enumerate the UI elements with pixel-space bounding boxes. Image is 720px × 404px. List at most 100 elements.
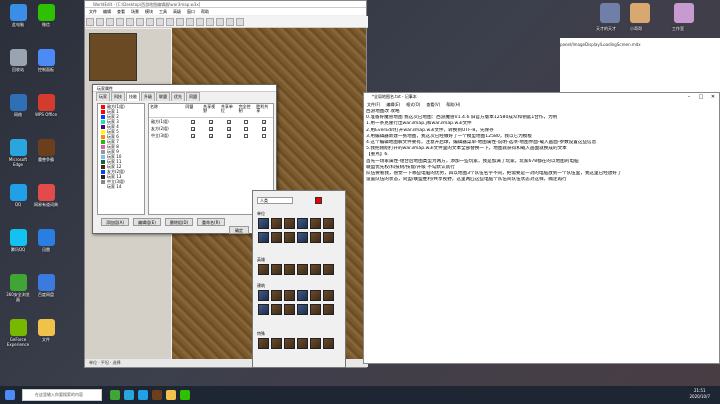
table-row[interactable]: 友方(2组) ✓ ✓ ✓ ✓ bbox=[149, 125, 273, 132]
menu-item[interactable]: 文件 bbox=[89, 9, 97, 14]
avatar[interactable] bbox=[630, 3, 650, 23]
doodad-icon[interactable] bbox=[186, 18, 194, 26]
maximize-icon[interactable]: □ bbox=[695, 93, 707, 101]
taskbar-app-icon[interactable] bbox=[152, 390, 162, 400]
checkbox[interactable]: ✓ bbox=[226, 134, 231, 139]
tab-3[interactable]: 升级 bbox=[141, 92, 155, 101]
tab-1[interactable]: 科技 bbox=[111, 92, 125, 101]
menu-item[interactable]: 查看(V) bbox=[426, 102, 440, 107]
tree-item[interactable]: 玩家 14 bbox=[98, 184, 144, 189]
unit-tile[interactable] bbox=[258, 290, 269, 301]
unit-tile[interactable] bbox=[284, 290, 295, 301]
desktop-icon[interactable]: 回收站 bbox=[6, 49, 30, 77]
checkbox[interactable] bbox=[244, 120, 249, 124]
avatar[interactable] bbox=[600, 3, 620, 23]
unit-tile[interactable] bbox=[323, 304, 334, 315]
unit-tile[interactable] bbox=[310, 304, 321, 315]
terrain-icon[interactable] bbox=[166, 18, 174, 26]
taskbar-app-icon[interactable] bbox=[110, 390, 120, 400]
unit-tile[interactable] bbox=[258, 232, 269, 243]
menu-item[interactable]: 查看 bbox=[117, 9, 125, 14]
race-select[interactable]: 人类 bbox=[257, 197, 293, 204]
checkbox[interactable]: ✓ bbox=[262, 127, 266, 132]
paste-icon[interactable] bbox=[156, 18, 164, 26]
checkbox[interactable]: ✓ bbox=[191, 127, 196, 132]
unit-tile[interactable] bbox=[297, 338, 308, 349]
unit-tile[interactable] bbox=[297, 304, 308, 315]
avatar[interactable] bbox=[674, 3, 694, 23]
table-row[interactable]: 中立(3组) ✓ ✓ ✓ bbox=[149, 132, 273, 139]
tab-4[interactable]: 联盟 bbox=[156, 92, 170, 101]
desktop-icon[interactable]: 迅雷 bbox=[34, 229, 58, 257]
unit-tile[interactable] bbox=[297, 264, 308, 275]
minimize-icon[interactable]: – bbox=[683, 93, 695, 101]
desktop-icon[interactable]: 360安全浏览器 bbox=[6, 274, 30, 302]
player-tree[interactable]: 敌方(1组) 玩家 1 玩家 2 玩家 3 玩家 4 玩家 5 玩家 6 玩家 7 玩家 8 玩家… bbox=[97, 103, 145, 215]
taskbar-app-icon[interactable] bbox=[166, 390, 176, 400]
unit-tile[interactable] bbox=[297, 232, 308, 243]
checkbox[interactable]: ✓ bbox=[209, 134, 213, 139]
unit-tile[interactable] bbox=[323, 232, 334, 243]
search-input[interactable]: 在这里输入你要搜索的内容 bbox=[22, 389, 102, 401]
open-icon[interactable] bbox=[96, 18, 104, 26]
tab-5[interactable]: 优先 bbox=[171, 92, 185, 101]
new-icon[interactable] bbox=[86, 18, 94, 26]
ok-button[interactable]: 确定 bbox=[229, 226, 249, 234]
redo-icon[interactable] bbox=[126, 18, 134, 26]
menu-item[interactable]: 高级 bbox=[173, 9, 181, 14]
cut-icon[interactable] bbox=[136, 18, 144, 26]
taskbar-app-icon[interactable] bbox=[124, 390, 134, 400]
checkbox[interactable]: ✓ bbox=[191, 134, 196, 139]
system-clock[interactable]: 21:51 2020/10/7 bbox=[689, 388, 710, 400]
unit-tile[interactable] bbox=[271, 304, 282, 315]
checkbox[interactable]: ✓ bbox=[262, 120, 266, 125]
tab-2[interactable]: 技能 bbox=[126, 92, 140, 101]
checkbox[interactable] bbox=[262, 134, 267, 138]
edit-group-button[interactable]: 编辑组(E) bbox=[133, 218, 161, 226]
unit-tile[interactable] bbox=[284, 218, 295, 229]
unit-tile[interactable] bbox=[258, 304, 269, 315]
test-map-icon[interactable] bbox=[236, 18, 244, 26]
unit-tile[interactable] bbox=[310, 264, 321, 275]
object-editor-icon[interactable] bbox=[216, 18, 224, 26]
unit-tile[interactable] bbox=[284, 338, 295, 349]
taskbar-app-icon[interactable] bbox=[180, 390, 190, 400]
menu-item[interactable]: 编辑 bbox=[103, 9, 111, 14]
tab-0[interactable]: 玩家 bbox=[96, 92, 110, 101]
unit-tile[interactable] bbox=[323, 264, 334, 275]
desktop-icon[interactable]: 微信 bbox=[34, 4, 58, 32]
unit-tile[interactable] bbox=[323, 290, 334, 301]
checkbox[interactable]: ✓ bbox=[226, 127, 231, 132]
add-group-button[interactable]: 添加组(A) bbox=[101, 218, 129, 226]
menu-item[interactable]: 文件(F) bbox=[367, 102, 380, 107]
unit-tile[interactable] bbox=[271, 264, 282, 275]
taskbar-app-icon[interactable] bbox=[138, 390, 148, 400]
menu-item[interactable]: 帮助(H) bbox=[446, 102, 460, 107]
save-icon[interactable] bbox=[106, 18, 114, 26]
menu-item[interactable]: 模块 bbox=[145, 9, 153, 14]
unit-tile[interactable] bbox=[310, 338, 321, 349]
desktop-icon[interactable]: 此电脑 bbox=[6, 4, 30, 32]
unit-tile[interactable] bbox=[284, 304, 295, 315]
unit-icon[interactable] bbox=[176, 18, 184, 26]
import-icon[interactable] bbox=[226, 18, 234, 26]
unit-tile[interactable] bbox=[258, 218, 269, 229]
desktop-icon[interactable]: 文件 bbox=[34, 319, 58, 347]
close-icon[interactable]: ✕ bbox=[707, 93, 719, 101]
checkbox[interactable] bbox=[244, 134, 249, 138]
unit-tile[interactable] bbox=[284, 264, 295, 275]
checkbox[interactable]: ✓ bbox=[209, 127, 213, 132]
unit-tile[interactable] bbox=[297, 218, 308, 229]
unit-tile[interactable] bbox=[310, 218, 321, 229]
notepad-text[interactable]: 西游地图改 攻略 0.准备好魔兽地图 我这次已地图：西游魔兽V1.4.6 旧官方版… bbox=[366, 109, 715, 357]
desktop-icon[interactable]: GeForce Experience bbox=[6, 319, 30, 347]
unit-tile[interactable] bbox=[310, 232, 321, 243]
desktop-icon[interactable]: 网络 bbox=[6, 94, 30, 122]
trigger-icon[interactable] bbox=[196, 18, 204, 26]
unit-tile[interactable] bbox=[258, 338, 269, 349]
desktop-icon[interactable]: WPS Office bbox=[34, 94, 58, 122]
unit-tile[interactable] bbox=[271, 232, 282, 243]
desktop-icon[interactable]: Microsoft Edge bbox=[6, 139, 30, 167]
checkbox[interactable] bbox=[244, 127, 249, 131]
unit-tile[interactable] bbox=[297, 290, 308, 301]
